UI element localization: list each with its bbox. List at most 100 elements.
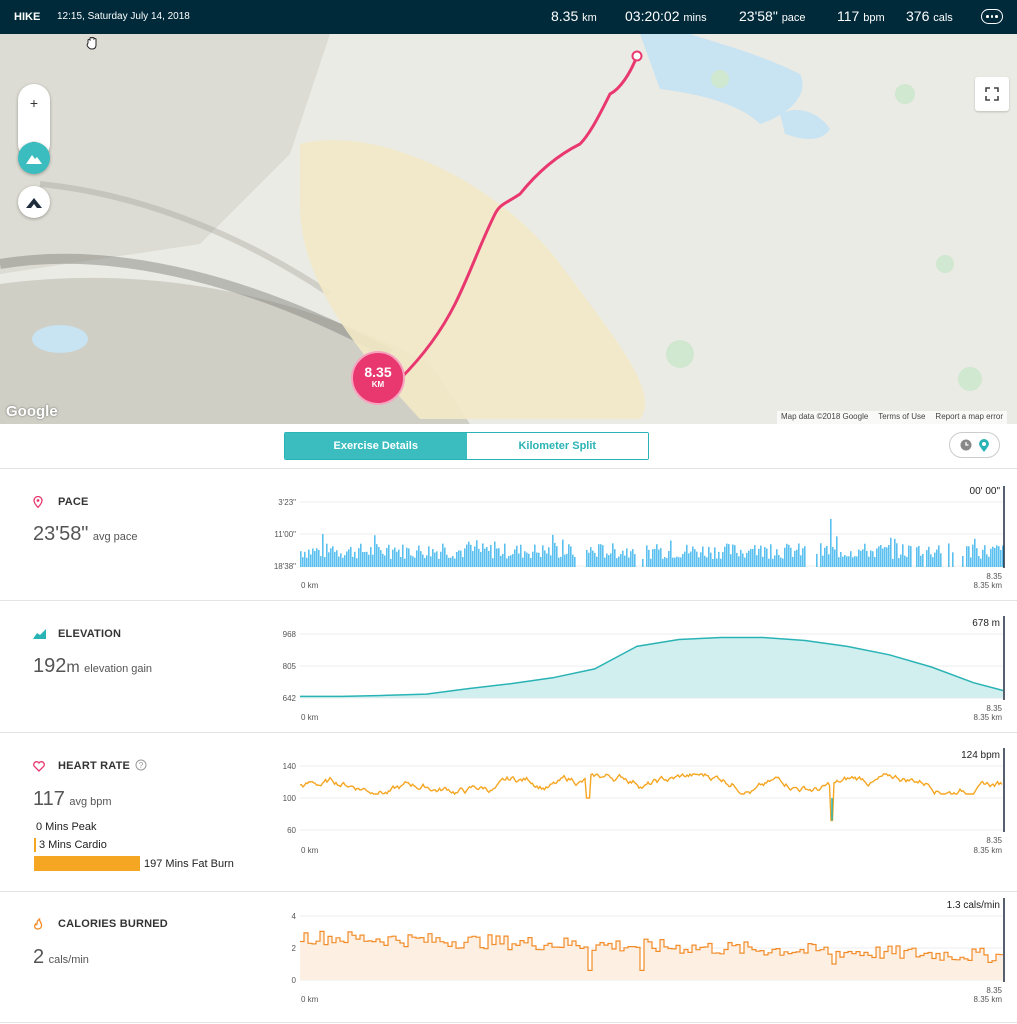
- pace-bar: [462, 557, 464, 567]
- pace-bar: [868, 556, 870, 567]
- pace-bar: [894, 538, 896, 567]
- pace-bar: [336, 550, 338, 567]
- pace-bar: [532, 551, 534, 567]
- location-icon[interactable]: [979, 438, 990, 452]
- pace-bar: [998, 546, 1000, 567]
- pace-bar: [586, 549, 588, 567]
- pace-bar: [492, 558, 494, 567]
- elevation-tick-top: 968: [282, 630, 296, 639]
- pace-bar: [872, 551, 874, 567]
- heart-rate-chart[interactable]: [299, 748, 1005, 834]
- pace-bar: [332, 546, 334, 567]
- pace-bar: [344, 555, 346, 567]
- pace-bar: [504, 543, 506, 567]
- pace-bar: [362, 551, 364, 567]
- pace-bar: [648, 549, 650, 567]
- pace-bar: [790, 547, 792, 567]
- chart-mode-toggle[interactable]: [949, 432, 1000, 458]
- pace-bar: [742, 553, 744, 567]
- more-options-button[interactable]: [981, 9, 1003, 24]
- pace-chart[interactable]: [300, 486, 1005, 570]
- pace-bar: [614, 549, 616, 567]
- map-data-credit: Map data ©2018 Google: [781, 412, 869, 421]
- pace-bar: [316, 548, 318, 567]
- zoom-in-button[interactable]: +: [18, 84, 50, 122]
- detail-tabs: Exercise Details Kilometer Split: [284, 432, 649, 460]
- elevation-tick-mid: 805: [282, 662, 296, 671]
- pace-bar: [442, 543, 444, 567]
- pace-bar: [874, 557, 876, 567]
- pace-bar: [788, 544, 790, 567]
- calories-x-start: 0 km: [301, 995, 319, 1004]
- terms-of-use-link[interactable]: Terms of Use: [878, 412, 925, 423]
- pace-bar: [374, 535, 376, 567]
- tab-exercise-details[interactable]: Exercise Details: [285, 433, 467, 459]
- pace-bar: [610, 553, 612, 567]
- pace-bar: [352, 556, 354, 567]
- pace-bar: [334, 551, 336, 567]
- pace-bar: [458, 550, 460, 567]
- tab-kilometer-split[interactable]: Kilometer Split: [466, 433, 648, 459]
- pace-bar: [482, 543, 484, 567]
- pace-bar: [500, 555, 502, 567]
- pace-bar: [620, 554, 622, 567]
- pace-bar: [488, 550, 490, 567]
- heart-rate-x-start: 0 km: [301, 846, 319, 855]
- pace-bar: [684, 551, 686, 567]
- pace-bar: [596, 556, 598, 567]
- pace-bar: [630, 551, 632, 567]
- calories-x-end-marker: 8.35: [986, 986, 1002, 995]
- pace-bar: [668, 551, 670, 567]
- pace-bar: [416, 550, 418, 567]
- elevation-x-end: 8.35 km: [973, 713, 1002, 722]
- pace-bar: [546, 553, 548, 567]
- pace-bar: [360, 543, 362, 567]
- pace-bar: [448, 557, 450, 567]
- pace-bar: [376, 544, 378, 567]
- pace-bar: [606, 553, 608, 567]
- distance-marker: 8.35 KM: [351, 351, 405, 405]
- pace-bar: [326, 543, 328, 567]
- route-map[interactable]: + - 8.35 KM Google Map data ©2018 Google…: [0, 34, 1017, 424]
- pace-bar: [920, 555, 922, 567]
- pace-bar: [464, 548, 466, 567]
- pace-bar: [1000, 549, 1002, 567]
- pace-bar: [452, 556, 454, 567]
- help-icon[interactable]: ?: [135, 759, 147, 771]
- pace-bar: [752, 549, 754, 567]
- pace-bar: [952, 552, 954, 567]
- pace-bar: [358, 548, 360, 567]
- pace-bar: [774, 555, 776, 567]
- pace-bar: [730, 554, 732, 567]
- pace-bar: [978, 556, 980, 567]
- route-start-point: [631, 50, 643, 62]
- pace-bar: [726, 543, 728, 567]
- calories-x-end: 8.35 km: [973, 995, 1002, 1004]
- pace-bar: [890, 537, 892, 567]
- pace-bar: [386, 548, 388, 567]
- pace-bar: [986, 554, 988, 567]
- pace-tick-bottom: 18'38": [273, 562, 296, 571]
- elevation-chart[interactable]: [300, 616, 1005, 702]
- pace-bar: [994, 547, 996, 567]
- pace-bar: [612, 543, 614, 567]
- pace-bar: [718, 551, 720, 567]
- pace-bar: [930, 554, 932, 567]
- pace-bar: [634, 554, 636, 567]
- pace-bar: [860, 550, 862, 567]
- pace-bar: [970, 557, 972, 567]
- pace-bar: [446, 554, 448, 567]
- satellite-view-button[interactable]: [18, 186, 50, 218]
- report-map-error-link[interactable]: Report a map error: [935, 412, 1003, 423]
- pace-bar: [350, 546, 352, 567]
- pace-x-start: 0 km: [301, 581, 319, 590]
- terrain-view-button[interactable]: [18, 142, 50, 174]
- pace-bar: [418, 545, 420, 567]
- fullscreen-button[interactable]: [975, 77, 1009, 111]
- pace-bar: [982, 549, 984, 567]
- pace-bar: [372, 554, 374, 567]
- calories-chart[interactable]: [300, 898, 1005, 984]
- heart-rate-x-end: 8.35 km: [973, 846, 1002, 855]
- clock-icon[interactable]: [960, 439, 972, 451]
- pace-bar: [660, 548, 662, 567]
